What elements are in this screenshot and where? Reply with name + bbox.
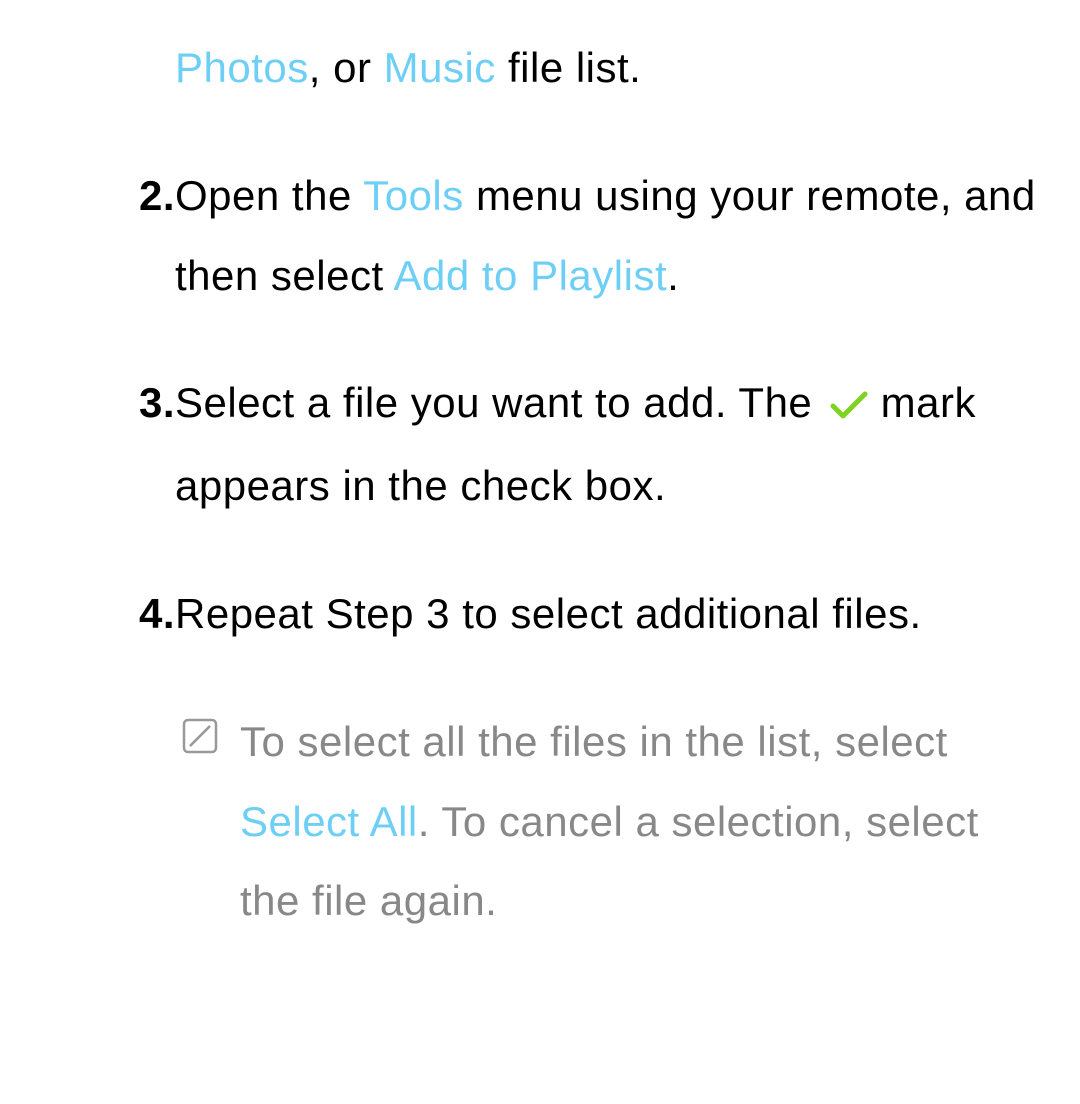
step-number: 4. [125,574,175,654]
note: To select all the files in the list, sel… [0,702,1080,941]
note-icon [180,702,240,941]
note-text: To select all the files in the list, sel… [240,702,1040,941]
step-3: 3. Select a file you want to add. The ma… [0,363,1080,526]
text: Open the [175,172,363,219]
text: Select a file you want to add. The [175,379,824,426]
checkmark-icon [830,366,868,446]
step-text: Open the Tools menu using your remote, a… [175,156,1040,316]
select-all-link: Select All [240,798,418,845]
text: Repeat Step 3 to select additional files… [175,590,922,637]
music-link: Music [384,44,496,91]
text: . [667,252,679,299]
step-text: Repeat Step 3 to select additional files… [175,574,1040,654]
step-4: 4. Repeat Step 3 to select additional fi… [0,574,1080,654]
add-to-playlist-link: Add to Playlist [393,252,667,299]
step-number: 2. [125,156,175,316]
step-2: 2. Open the Tools menu using your remote… [0,156,1080,316]
text: To select all the files in the list, sel… [240,718,948,765]
text-rest: file list. [496,44,642,91]
manual-page: Photos, or Music file list. 2. Open the … [0,28,1080,941]
step1-continuation: Photos, or Music file list. [0,28,1080,108]
step-text: Select a file you want to add. The mark … [175,363,1040,526]
step-number: 3. [125,363,175,526]
tools-link: Tools [363,172,464,219]
text-sep: , or [309,44,384,91]
photos-link: Photos [175,44,309,91]
